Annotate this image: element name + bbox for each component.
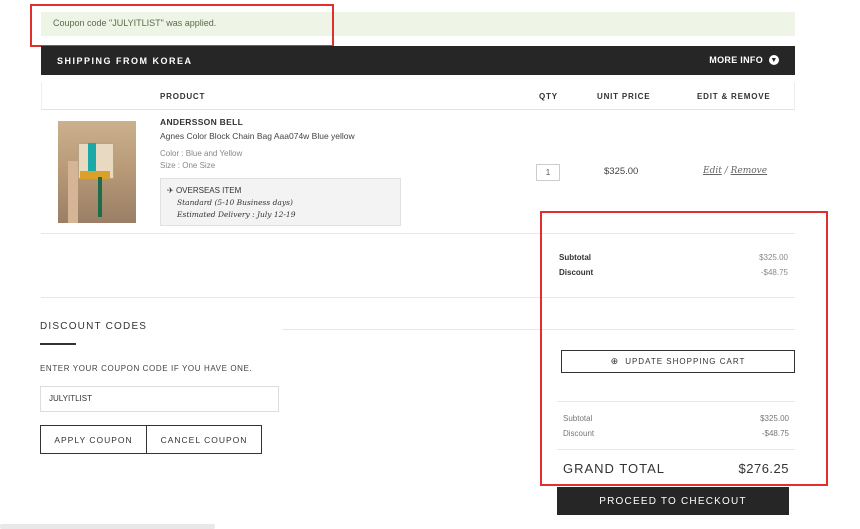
remove-link[interactable]: Remove [731, 166, 767, 176]
overseas-label: OVERSEAS ITEM [175, 186, 242, 195]
shipping-method: Standard (5-10 Business days) [177, 198, 293, 207]
product-brand[interactable]: ANDERSSON BELL [160, 117, 243, 127]
shipping-header: SHIPPING FROM KOREA MORE INFO ▼ [41, 46, 795, 75]
header-edit-remove: EDIT & REMOVE [697, 92, 771, 101]
cancel-coupon-button[interactable]: CANCEL COUPON [146, 425, 262, 454]
link-separator: / [724, 166, 728, 176]
highlight-box-summary [540, 211, 828, 486]
product-size: Size : One Size [160, 161, 216, 170]
airplane-icon: ✈ [167, 186, 174, 195]
edit-remove-links: Edit / Remove [703, 166, 767, 176]
title-underline [40, 343, 76, 345]
product-image[interactable] [58, 121, 136, 223]
discount-codes-title: DISCOUNT CODES [40, 321, 148, 332]
product-name[interactable]: Agnes Color Block Chain Bag Aaa074w Blue… [160, 131, 355, 141]
highlight-box-notice [30, 4, 334, 47]
product-color: Color : Blue and Yellow [160, 149, 243, 158]
estimated-delivery: Estimated Delivery : July 12-19 [177, 210, 296, 219]
cart-table-header: PRODUCT QTY UNIT PRICE EDIT & REMOVE [41, 82, 795, 110]
coupon-hint: ENTER YOUR COUPON CODE IF YOU HAVE ONE. [40, 364, 253, 373]
proceed-to-checkout-button[interactable]: PROCEED TO CHECKOUT [557, 487, 789, 515]
horizontal-scrollbar[interactable] [0, 524, 215, 529]
unit-price: $325.00 [604, 166, 639, 177]
header-unit-price: UNIT PRICE [597, 92, 651, 101]
header-product: PRODUCT [160, 92, 206, 101]
more-info-label: MORE INFO [709, 55, 763, 65]
shipping-title: SHIPPING FROM KOREA [57, 56, 193, 66]
coupon-code-input[interactable]: JULYITLIST [40, 386, 279, 412]
quantity-input[interactable]: 1 [536, 164, 560, 181]
overseas-info-box: ✈ OVERSEAS ITEM Standard (5-10 Business … [160, 178, 401, 226]
edit-link[interactable]: Edit [703, 166, 722, 176]
more-info-button[interactable]: MORE INFO ▼ [709, 55, 779, 65]
apply-coupon-button[interactable]: APPLY COUPON [40, 425, 147, 454]
header-qty: QTY [539, 92, 558, 101]
overseas-label-row: ✈ OVERSEAS ITEM [167, 186, 241, 195]
chevron-down-icon: ▼ [769, 55, 779, 65]
